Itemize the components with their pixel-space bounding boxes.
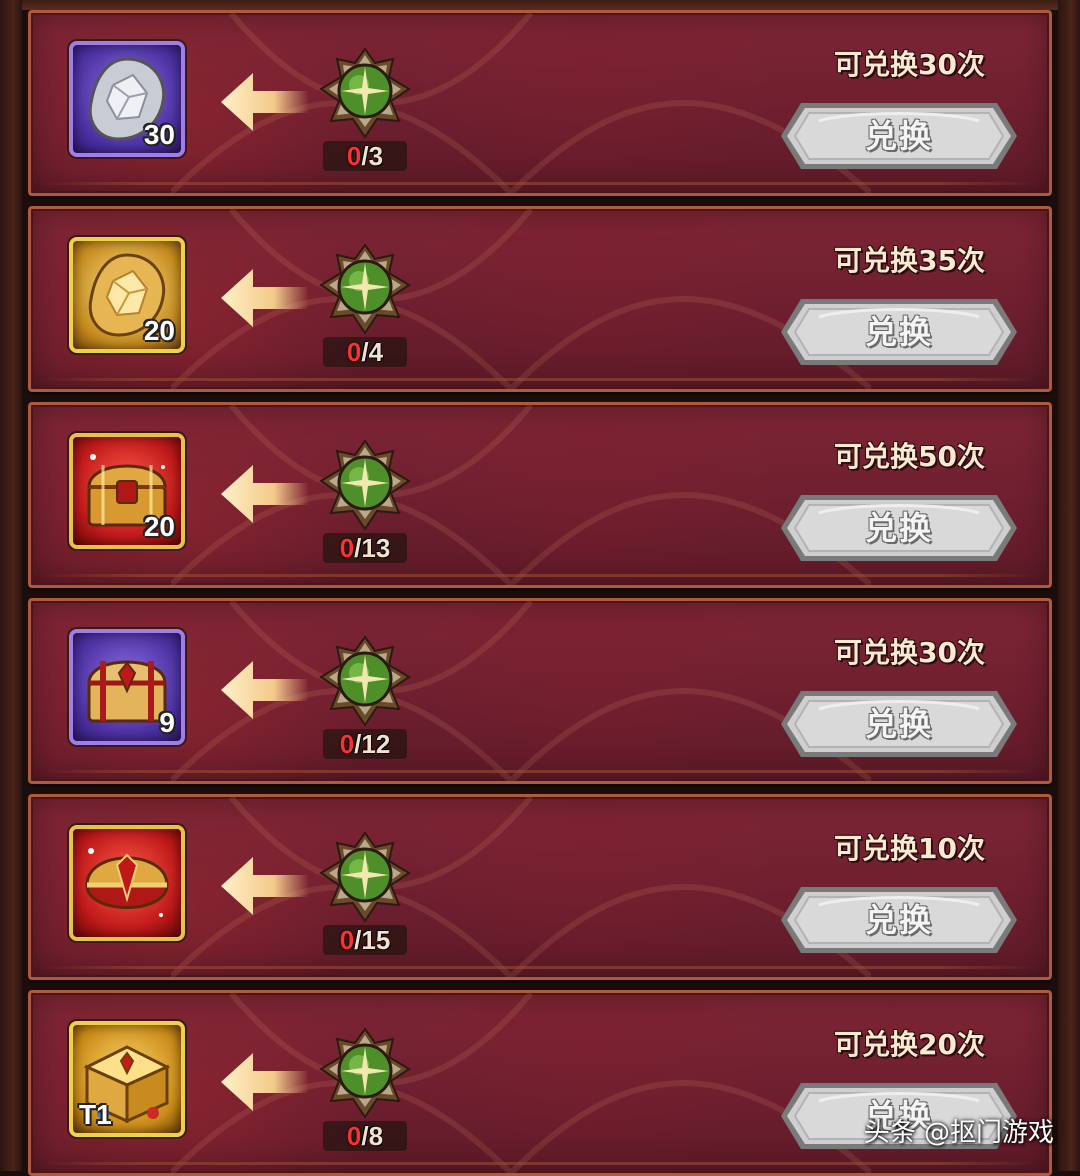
exchange-progress: 0/3 [323, 141, 407, 171]
exchange-button-label: 兑换 [864, 313, 933, 351]
top-frame-strip [22, 0, 1058, 10]
exchange-button[interactable]: 兑换 [779, 689, 1019, 759]
red-gold-chest-icon [85, 848, 169, 917]
green-medal-currency-icon [319, 439, 411, 531]
progress-total: /15 [354, 925, 391, 955]
reward-item-slot[interactable]: 9 [69, 629, 185, 745]
item-quantity: 20 [143, 315, 175, 346]
arrow-left-icon [221, 661, 309, 719]
exchange-progress: 0/15 [323, 925, 407, 955]
progress-current: 0 [346, 337, 362, 367]
exchange-button[interactable]: 兑换 [779, 101, 1019, 171]
exchange-progress: 0/8 [323, 1121, 407, 1151]
reward-item-slot[interactable]: 20 [69, 237, 185, 353]
reward-item-slot[interactable]: 30 [69, 41, 185, 157]
exchange-button-label: 兑换 [864, 901, 933, 939]
right-frame-border [1058, 0, 1080, 1171]
exchange-limit-text: 可兑换50次 [834, 440, 985, 473]
exchange-limit-text: 可兑换30次 [834, 48, 985, 81]
exchange-progress: 0/4 [323, 337, 407, 367]
exchange-row: 30 0/3 可兑换30次 兑换 [28, 10, 1052, 196]
exchange-row: 20 0/13 可兑换50次 兑换 [28, 402, 1052, 588]
progress-current: 0 [346, 1121, 362, 1151]
item-quantity: 30 [143, 119, 175, 150]
arrow-left-icon [221, 465, 309, 523]
progress-current: 0 [339, 925, 355, 955]
exchange-button[interactable]: 兑换 [779, 493, 1019, 563]
progress-current: 0 [339, 533, 355, 563]
exchange-progress: 0/13 [323, 533, 407, 563]
exchange-limit-text: 可兑换30次 [834, 636, 985, 669]
arrow-left-icon [221, 73, 309, 131]
exchange-button-label: 兑换 [864, 117, 933, 155]
green-medal-currency-icon [319, 47, 411, 139]
progress-current: 0 [339, 729, 355, 759]
green-medal-currency-icon [319, 635, 411, 727]
green-medal-currency-icon [319, 1027, 411, 1119]
exchange-row: 0/15 可兑换10次 兑换 [28, 794, 1052, 980]
item-quantity: T1 [79, 1099, 112, 1130]
reward-item-slot[interactable]: 20 [69, 433, 185, 549]
exchange-limit-text: 可兑换20次 [834, 1028, 985, 1061]
reward-item-slot[interactable]: T1 [69, 1021, 185, 1137]
item-quantity: 9 [159, 707, 175, 738]
arrow-left-icon [221, 857, 309, 915]
exchange-limit-text: 可兑换10次 [834, 832, 985, 865]
watermark-text: 头条 @抠门游戏 [863, 1118, 1054, 1148]
exchange-button[interactable]: 兑换 [779, 297, 1019, 367]
exchange-progress: 0/12 [323, 729, 407, 759]
left-frame-border [0, 0, 22, 1171]
exchange-button[interactable]: 兑换 [779, 885, 1019, 955]
progress-current: 0 [346, 141, 362, 171]
progress-total: /13 [354, 533, 391, 563]
green-medal-currency-icon [319, 831, 411, 923]
exchange-row: 9 0/12 可兑换30次 兑换 [28, 598, 1052, 784]
item-quantity: 20 [143, 511, 175, 542]
arrow-left-icon [221, 1053, 309, 1111]
progress-total: /3 [361, 141, 384, 171]
progress-total: /8 [361, 1121, 384, 1151]
exchange-limit-text: 可兑换35次 [834, 244, 985, 277]
green-medal-currency-icon [319, 243, 411, 335]
progress-total: /12 [354, 729, 391, 759]
exchange-row: 20 0/4 可兑换35次 兑换 [28, 206, 1052, 392]
arrow-left-icon [221, 269, 309, 327]
progress-total: /4 [361, 337, 384, 367]
exchange-button-label: 兑换 [864, 705, 933, 743]
exchange-button-label: 兑换 [864, 509, 933, 547]
reward-item-slot[interactable] [69, 825, 185, 941]
